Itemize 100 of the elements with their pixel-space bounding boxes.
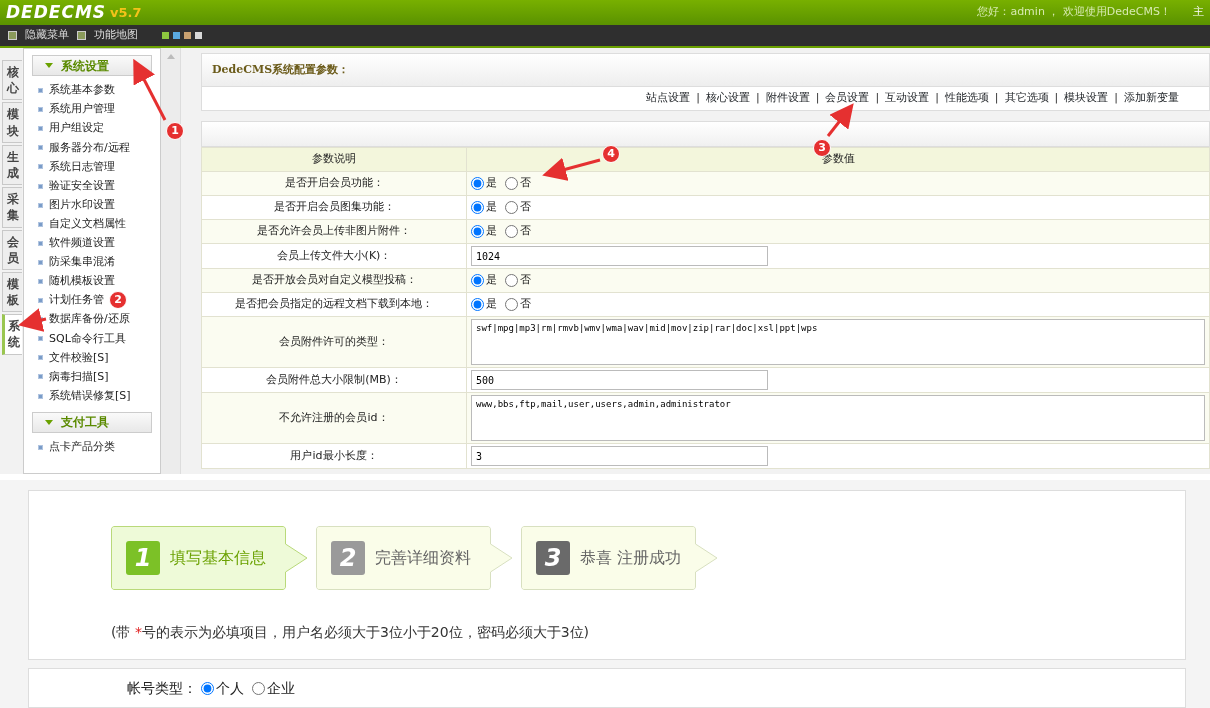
step-label: 恭喜 注册成功 bbox=[580, 547, 682, 569]
group-title: 系统设置 bbox=[61, 57, 109, 75]
radio-button[interactable] bbox=[471, 225, 484, 238]
menu-item[interactable]: 用户组设定 bbox=[49, 120, 104, 137]
option-label: 企业 bbox=[267, 678, 295, 698]
radio-button[interactable] bbox=[505, 225, 518, 238]
menu-item[interactable]: 数据库备份/还原 bbox=[49, 311, 130, 328]
menu-item[interactable]: 系统错误修复[S] bbox=[49, 387, 131, 405]
column-header: 参数说明 bbox=[312, 152, 356, 166]
bullet-icon bbox=[38, 145, 43, 151]
menu-item[interactable]: 病毒扫描[S] bbox=[49, 368, 109, 386]
radio-button[interactable] bbox=[505, 298, 518, 311]
scrollbar[interactable] bbox=[161, 48, 181, 474]
menu-item[interactable]: 图片水印设置 bbox=[49, 196, 115, 214]
bullet-icon bbox=[38, 374, 43, 380]
bullet-icon bbox=[38, 240, 43, 246]
bullet-icon bbox=[38, 107, 43, 113]
toolbar-link[interactable]: 隐藏菜单 bbox=[25, 27, 69, 44]
text-field[interactable]: 3 bbox=[471, 446, 768, 466]
radio-button[interactable] bbox=[471, 274, 484, 287]
arrow-annotation bbox=[133, 58, 167, 121]
radio-button[interactable] bbox=[471, 298, 484, 311]
option-label: 否 bbox=[520, 175, 531, 192]
side-tab[interactable]: 采集 bbox=[2, 187, 22, 228]
side-tab[interactable]: 会员 bbox=[2, 229, 22, 270]
parameter-label: 是否开放会员对自定义模型投稿： bbox=[251, 273, 417, 287]
option-label: 否 bbox=[520, 199, 531, 216]
bullet-icon bbox=[38, 393, 43, 399]
menu-group-header[interactable]: 系统设置 bbox=[32, 55, 152, 76]
parameter-label: 是否开启会员功能： bbox=[284, 176, 384, 190]
parameter-label: 是否开启会员图集功能： bbox=[273, 200, 395, 214]
menu-item[interactable]: 系统用户管理 bbox=[49, 101, 115, 118]
menu-item[interactable]: 点卡产品分类 bbox=[49, 438, 115, 456]
radio-button[interactable] bbox=[471, 201, 484, 214]
radio-button[interactable] bbox=[201, 681, 214, 695]
separator: | bbox=[755, 90, 760, 107]
group-title: 支付工具 bbox=[61, 414, 109, 432]
settings-link[interactable]: 附件设置 bbox=[765, 90, 810, 107]
settings-link[interactable]: 核心设置 bbox=[705, 90, 750, 107]
separator: | bbox=[1114, 90, 1118, 107]
toolbar-link[interactable]: 功能地图 bbox=[94, 27, 138, 44]
menu-item[interactable]: 自定义文档属性 bbox=[49, 215, 126, 233]
note-text: (带 bbox=[111, 624, 132, 640]
version-label: v5.7 bbox=[110, 3, 142, 22]
arrow-annotation bbox=[826, 103, 854, 137]
menu-item[interactable]: 计划任务管 bbox=[49, 292, 104, 309]
parameter-label: 会员上传文件大小(K)： bbox=[276, 248, 392, 262]
parameter-label: 是否把会员指定的远程文档下载到本地： bbox=[235, 297, 433, 311]
bullet-icon bbox=[38, 88, 43, 94]
settings-link[interactable]: 互动设置 bbox=[885, 90, 930, 107]
menu-item[interactable]: 系统基本参数 bbox=[49, 82, 115, 99]
side-tab[interactable]: 模块 bbox=[2, 102, 22, 143]
bullet-icon bbox=[38, 183, 43, 189]
text-field[interactable]: 1024 bbox=[471, 246, 768, 266]
settings-link[interactable]: 性能选项 bbox=[944, 90, 989, 107]
text-field[interactable]: 500 bbox=[471, 370, 768, 390]
menu-item[interactable]: 随机模板设置 bbox=[49, 273, 115, 290]
parameter-label: 会员附件许可的类型： bbox=[279, 334, 389, 348]
step-number: 2 bbox=[331, 541, 365, 575]
bullet-icon bbox=[38, 336, 43, 342]
option-label: 是 bbox=[486, 199, 497, 216]
parameter-label: 是否允许会员上传非图片附件： bbox=[257, 224, 411, 238]
text-area[interactable]: www,bbs,ftp,mail,user,users,admin,administrator bbox=[471, 395, 1205, 441]
settings-link[interactable]: 模块设置 bbox=[1064, 90, 1109, 107]
step-label: 填写基本信息 bbox=[170, 547, 266, 569]
separator: | bbox=[994, 90, 999, 107]
parameter-label: 会员附件总大小限制(MB)： bbox=[266, 372, 402, 386]
side-tab[interactable]: 模板 bbox=[2, 271, 22, 313]
menu-item[interactable]: 服务器分布/远程 bbox=[49, 139, 130, 157]
menu-item[interactable]: SQL命令行工具 bbox=[49, 330, 126, 347]
note-text: 号的表示为必填项目，用户名必须大于3位小于20位，密码必须大于3位) bbox=[141, 624, 589, 640]
bullet-icon bbox=[38, 444, 43, 450]
option-label: 否 bbox=[520, 296, 531, 313]
radio-button[interactable] bbox=[252, 681, 265, 695]
radio-button[interactable] bbox=[505, 177, 518, 190]
menu-item[interactable]: 文件校验[S] bbox=[49, 349, 109, 367]
settings-link[interactable]: 站点设置 bbox=[646, 90, 691, 107]
parameter-label: 不允许注册的会员id： bbox=[279, 410, 389, 424]
bullet-icon bbox=[38, 221, 43, 227]
bullet-icon bbox=[38, 164, 43, 170]
side-tab[interactable]: 生成 bbox=[2, 144, 22, 186]
side-tab[interactable]: 核心 bbox=[2, 60, 22, 101]
radio-button[interactable] bbox=[505, 201, 518, 214]
menu-item[interactable]: 防采集串混淆 bbox=[49, 254, 115, 271]
option-label: 否 bbox=[520, 223, 531, 240]
settings-link[interactable]: 会员设置 bbox=[825, 90, 870, 107]
settings-link[interactable]: 其它选项 bbox=[1004, 90, 1049, 107]
radio-button[interactable] bbox=[505, 274, 518, 287]
step-label: 完善详细资料 bbox=[375, 547, 471, 569]
menu-group-header[interactable]: 支付工具 bbox=[32, 411, 152, 433]
step-number: 1 bbox=[126, 541, 160, 575]
radio-button[interactable] bbox=[471, 177, 484, 190]
menu-item[interactable]: 验证安全设置 bbox=[49, 177, 115, 195]
side-tab[interactable]: 系统 bbox=[2, 314, 22, 355]
bullet-icon bbox=[38, 355, 43, 361]
option-label: 是 bbox=[486, 223, 497, 240]
text-area[interactable]: swf|mpg|mp3|rm|rmvb|wmv|wma|wav|mid|mov|zip|rar|doc|xsl|ppt|wps bbox=[471, 319, 1205, 365]
settings-link[interactable]: 添加新变量 bbox=[1124, 90, 1179, 107]
menu-item[interactable]: 软件频道设置 bbox=[49, 235, 115, 252]
menu-item[interactable]: 系统日志管理 bbox=[49, 158, 115, 176]
